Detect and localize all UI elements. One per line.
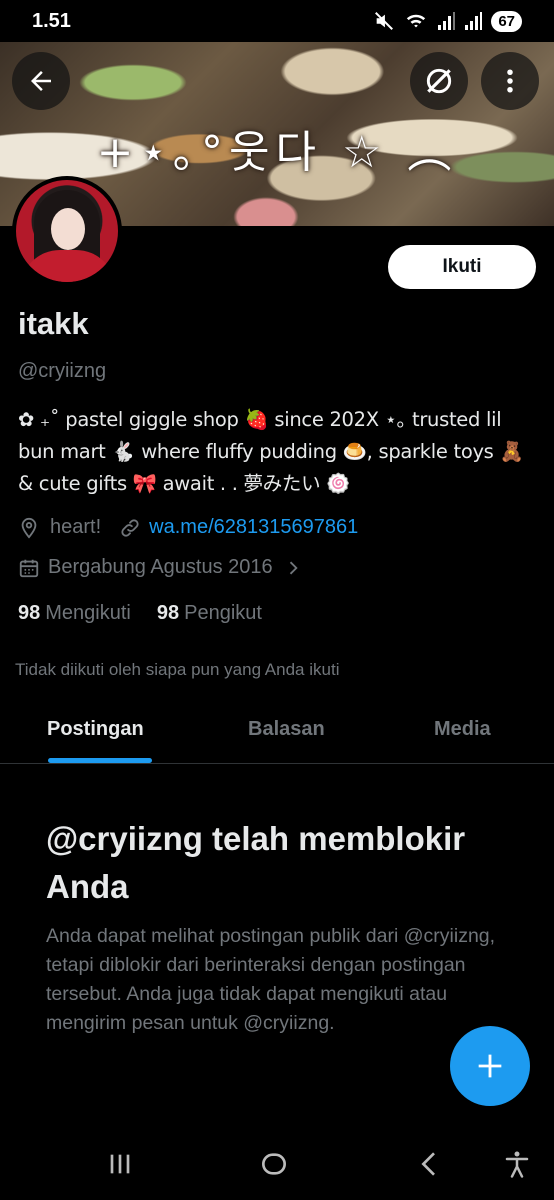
accessibility-icon bbox=[505, 1151, 529, 1178]
profile-handle: @cryiizng bbox=[18, 360, 107, 382]
followers-count-link[interactable]: 98 Pengikut bbox=[157, 602, 262, 625]
profile-tabs: Postingan Balasan Media bbox=[0, 700, 554, 764]
following-count-link[interactable]: 98 Mengikuti bbox=[18, 602, 131, 625]
more-vertical-icon bbox=[507, 69, 513, 93]
profile-meta-location: heart! wa.me/6281315697861 bbox=[18, 516, 358, 539]
follow-button[interactable]: Ikuti bbox=[388, 245, 536, 289]
home-circle-icon bbox=[262, 1153, 286, 1175]
arrow-left-icon bbox=[31, 71, 51, 91]
bio-line: bun mart 🐇 where fluffy pudding 🍮, spark… bbox=[18, 440, 524, 463]
status-bar: 1.51 67 bbox=[0, 0, 554, 42]
recent-apps-button[interactable] bbox=[104, 1148, 136, 1185]
more-options-button[interactable] bbox=[481, 52, 539, 110]
display-name: itakk bbox=[18, 306, 89, 341]
recent-apps-icon bbox=[110, 1154, 130, 1174]
profile-screen: 1.51 67 +⋆｡°웃다 ☆ ︵ Ikuti itakk @cryiizng… bbox=[0, 0, 554, 1200]
grok-button[interactable] bbox=[410, 52, 468, 110]
following-count: 98 bbox=[18, 602, 41, 624]
signal-icon bbox=[465, 12, 483, 30]
profile-link[interactable]: wa.me/6281315697861 bbox=[149, 516, 358, 539]
system-back-button[interactable] bbox=[414, 1148, 446, 1185]
status-icons: 67 bbox=[373, 10, 522, 32]
tab-posts[interactable]: Postingan bbox=[47, 718, 144, 741]
battery-indicator: 67 bbox=[491, 10, 522, 32]
blocked-description: Anda dapat melihat postingan publik dari… bbox=[46, 925, 496, 1034]
compose-button[interactable] bbox=[450, 1026, 530, 1106]
chevron-right-icon bbox=[289, 561, 298, 574]
signal-icon bbox=[438, 12, 456, 30]
system-navigation-bar bbox=[0, 1130, 554, 1200]
status-time: 1.51 bbox=[32, 10, 71, 32]
location-pin-icon bbox=[21, 517, 37, 539]
avatar-face bbox=[51, 208, 85, 250]
bio-line: & cute gifts 🎀 await . . 夢みたい 🍥 bbox=[18, 472, 351, 495]
blocked-title: @cryiizng telah memblokir Anda bbox=[46, 820, 466, 905]
tab-media[interactable]: Media bbox=[434, 718, 491, 741]
follow-counts: 98 Mengikuti 98 Pengikut bbox=[18, 602, 262, 625]
profile-meta-joined[interactable]: Bergabung Agustus 2016 bbox=[18, 556, 303, 579]
banner-title: +⋆｡°웃다 ☆ ︵ bbox=[96, 127, 458, 178]
link-icon bbox=[121, 518, 139, 537]
avatar[interactable] bbox=[12, 176, 122, 286]
plus-icon bbox=[478, 1054, 502, 1078]
profile-bio: ✿ ₊˚ pastel giggle shop 🍓 since 202X ⋆｡ … bbox=[18, 404, 538, 500]
grok-icon bbox=[426, 68, 452, 94]
followers-count: 98 bbox=[156, 602, 180, 624]
mute-icon bbox=[375, 12, 394, 30]
home-button[interactable] bbox=[258, 1148, 290, 1185]
chevron-left-icon bbox=[421, 1152, 435, 1176]
location-text: heart! bbox=[50, 516, 102, 538]
bio-line: ✿ ₊˚ pastel giggle shop 🍓 since 202X ⋆｡ … bbox=[18, 408, 502, 431]
following-label: Mengikuti bbox=[45, 602, 131, 624]
calendar-icon bbox=[19, 559, 39, 577]
back-button[interactable] bbox=[12, 52, 70, 110]
not-followed-note: Tidak diikuti oleh siapa pun yang Anda i… bbox=[15, 660, 340, 679]
wifi-icon bbox=[407, 14, 426, 28]
joined-text: Bergabung Agustus 2016 bbox=[48, 556, 273, 578]
tab-replies[interactable]: Balasan bbox=[248, 718, 325, 741]
active-tab-indicator bbox=[48, 758, 152, 763]
followers-label: Pengikut bbox=[184, 602, 262, 624]
accessibility-button[interactable] bbox=[502, 1148, 532, 1185]
